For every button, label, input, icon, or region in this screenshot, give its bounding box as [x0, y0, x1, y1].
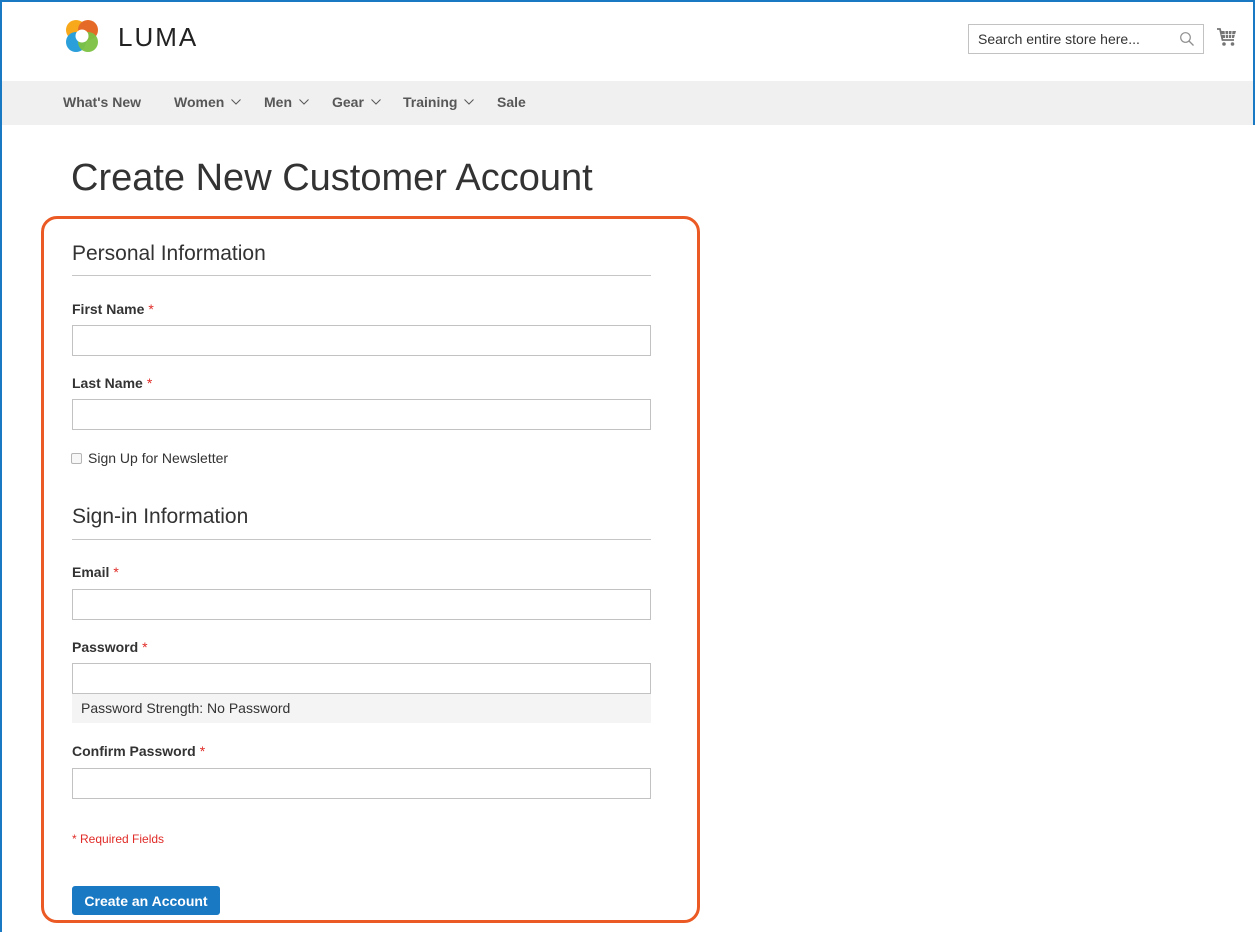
required-asterisk: *	[113, 564, 119, 580]
cart-icon[interactable]	[1216, 27, 1238, 47]
confirm-password-label-text: Confirm Password	[72, 743, 196, 759]
required-fields-note: * Required Fields	[72, 832, 165, 846]
required-asterisk: *	[142, 639, 148, 655]
first-name-label-text: First Name	[72, 301, 145, 317]
email-label: Email *	[72, 564, 119, 580]
create-account-button[interactable]: Create an Account	[72, 886, 220, 915]
nav-item-whats-new[interactable]: What's New	[63, 94, 141, 110]
password-label-text: Password	[72, 639, 139, 655]
nav-item-label: Training	[403, 94, 458, 110]
password-field[interactable]	[72, 663, 651, 694]
nav-item-label: Men	[264, 94, 292, 110]
page-title: Create New Customer Account	[71, 157, 593, 199]
nav-item-sale[interactable]: Sale	[497, 94, 526, 110]
required-asterisk: *	[199, 743, 206, 759]
search-input[interactable]	[969, 25, 1178, 53]
luma-logo-icon[interactable]	[65, 19, 99, 53]
confirm-password-label: Confirm Password *	[72, 743, 205, 759]
first-name-label: First Name *	[72, 301, 154, 317]
signin-info-heading: Sign-in Information	[72, 505, 249, 528]
nav-item-label: Women	[174, 94, 225, 110]
nav-item-men[interactable]: Men	[264, 94, 309, 110]
last-name-label-text: Last Name	[72, 375, 143, 391]
email-label-text: Email	[72, 564, 110, 580]
last-name-field[interactable]	[72, 399, 651, 430]
nav-item-label: Gear	[332, 94, 364, 110]
confirm-password-field[interactable]	[72, 768, 651, 799]
highlight-box	[41, 216, 700, 923]
chevron-down-icon	[371, 99, 381, 105]
nav-item-label: Sale	[497, 94, 526, 110]
window-left-border	[0, 0, 2, 932]
search-icon[interactable]	[1179, 31, 1195, 47]
window-top-border	[0, 0, 1255, 2]
last-name-label: Last Name *	[72, 375, 152, 391]
search-box[interactable]	[968, 24, 1204, 54]
required-asterisk: *	[146, 375, 153, 391]
nav-item-training[interactable]: Training	[403, 94, 475, 110]
section-divider	[72, 275, 651, 276]
section-divider	[72, 539, 651, 540]
nav-item-gear[interactable]: Gear	[332, 94, 381, 110]
personal-info-heading: Personal Information	[72, 242, 266, 265]
password-strength-meter: Password Strength: No Password	[72, 694, 651, 723]
newsletter-checkbox[interactable]	[71, 452, 82, 464]
password-label: Password *	[72, 639, 148, 655]
required-asterisk: *	[148, 301, 154, 317]
chevron-down-icon	[464, 99, 475, 105]
logo-text[interactable]: LUMA	[118, 22, 198, 53]
chevron-down-icon	[299, 99, 309, 105]
nav-item-label: What's New	[63, 94, 142, 110]
chevron-down-icon	[231, 99, 242, 105]
first-name-field[interactable]	[72, 325, 651, 356]
email-field[interactable]	[72, 589, 651, 620]
nav-item-women[interactable]: Women	[174, 94, 242, 110]
main-navigation: What's New Women Men Gear Training Sale	[2, 81, 1253, 125]
newsletter-row[interactable]: Sign Up for Newsletter	[71, 450, 228, 466]
newsletter-label[interactable]: Sign Up for Newsletter	[88, 450, 228, 466]
